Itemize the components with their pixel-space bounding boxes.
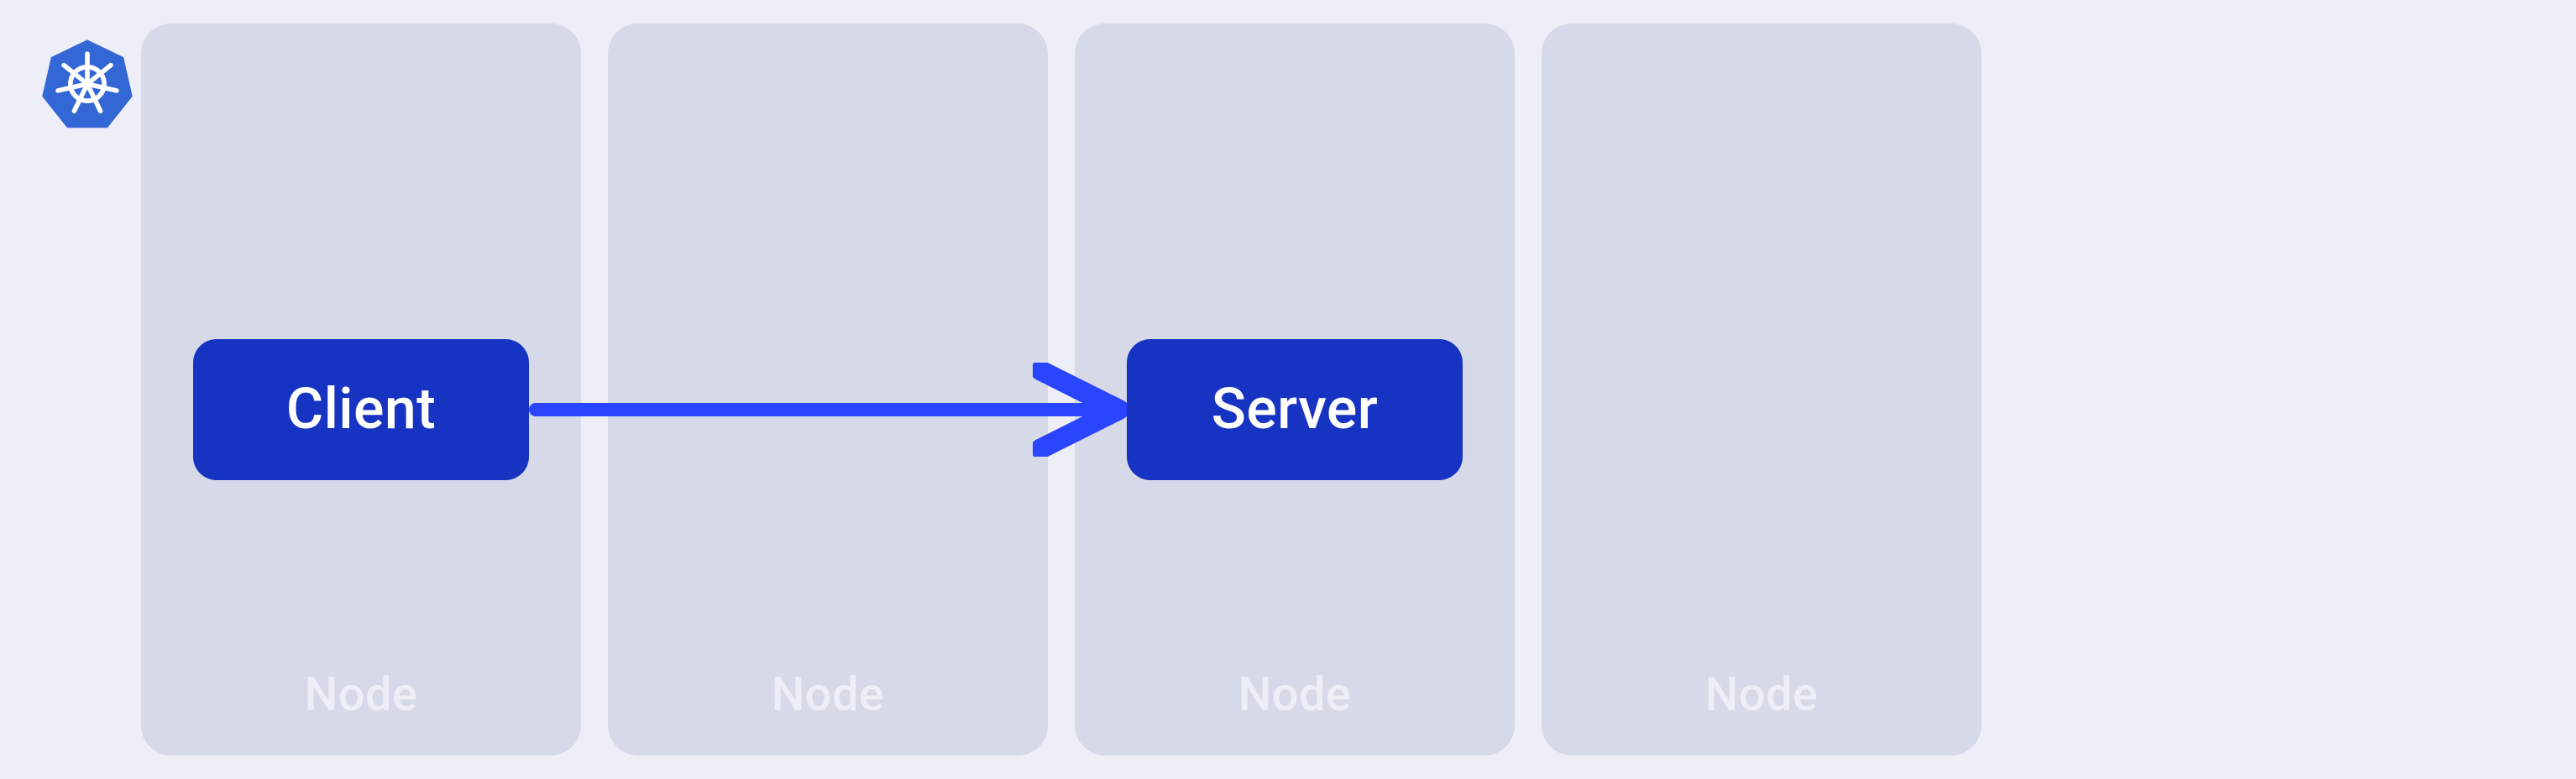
node-card: Client Node xyxy=(141,24,581,755)
badge-label: Client xyxy=(286,376,436,443)
node-card: Node xyxy=(608,24,1048,755)
node-label: Node xyxy=(1542,667,1982,722)
node-label: Node xyxy=(608,667,1048,722)
badge-label: Server xyxy=(1212,376,1378,443)
server-badge: Server xyxy=(1127,339,1463,480)
diagram-canvas: Client Node Node Server Node Node xyxy=(0,0,2576,779)
node-card: Node xyxy=(1542,24,1982,755)
client-badge: Client xyxy=(193,339,529,480)
nodes-row: Client Node Node Server Node Node xyxy=(141,24,1982,755)
node-card: Server Node xyxy=(1075,24,1515,755)
node-label: Node xyxy=(1075,667,1515,722)
kubernetes-icon xyxy=(40,37,134,131)
node-label: Node xyxy=(141,667,581,722)
